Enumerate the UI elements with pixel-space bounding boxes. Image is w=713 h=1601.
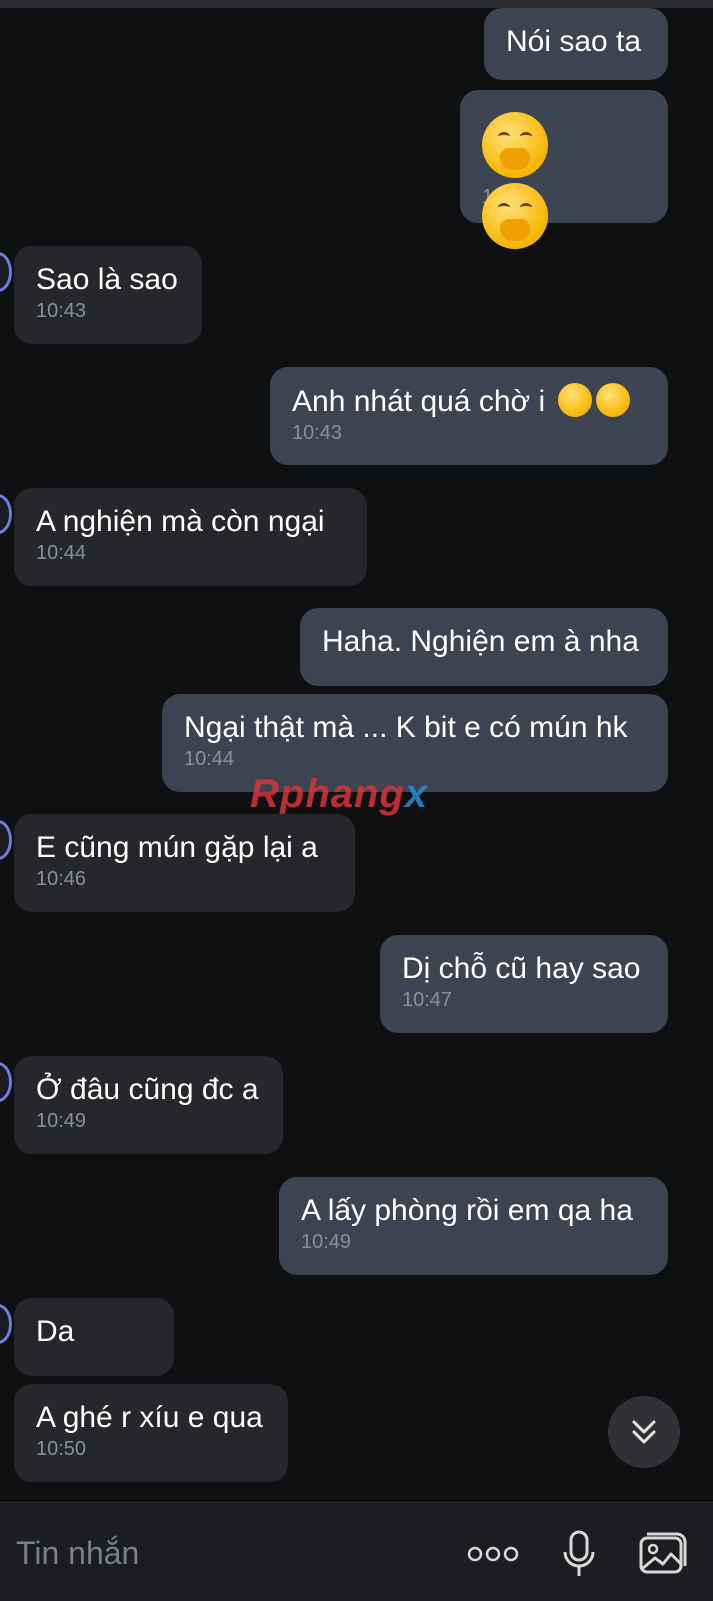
- message-text-content: Anh nhát quá chờ i: [292, 385, 546, 418]
- message-bubble-incoming[interactable]: A ghé r xíu e qua 10:50: [14, 1384, 288, 1482]
- message-time: 10:46: [36, 868, 87, 890]
- watermark-logo: Rphangx: [250, 772, 428, 817]
- message-bubble-incoming[interactable]: Ở đâu cũng đc a 10:49: [14, 1056, 283, 1154]
- message-composer: Tin nhắn: [0, 1502, 713, 1601]
- message-time: 10:44: [184, 748, 235, 770]
- watermark-text-red: Rphang: [250, 772, 405, 816]
- chat-thread[interactable]: Nói sao ta 10:43 Sao là sao 10:43 Anh nh…: [0, 0, 713, 1500]
- message-text: Ngại thật mà ... K bit e có mún hk: [184, 711, 628, 744]
- message-time: 10:49: [301, 1231, 352, 1253]
- message-text: Sao là sao: [36, 263, 178, 296]
- message-text: Nói sao ta: [506, 25, 642, 58]
- voice-record-button[interactable]: [552, 1527, 606, 1581]
- message-bubble-outgoing[interactable]: A lấy phòng rồi em qa ha 10:49: [279, 1177, 668, 1275]
- message-time: 10:44: [36, 542, 87, 564]
- contact-avatar[interactable]: [0, 820, 12, 860]
- scroll-to-bottom-button[interactable]: [608, 1396, 680, 1468]
- message-text: Ở đâu cũng đc a: [36, 1073, 259, 1106]
- image-gallery-icon: [639, 1532, 687, 1574]
- hand-over-mouth-emoji: [595, 383, 630, 417]
- message-time: 10:49: [36, 1110, 87, 1132]
- message-bubble-outgoing[interactable]: Dị chỗ cũ hay sao 10:47: [380, 935, 668, 1033]
- hand-over-mouth-emoji: [557, 383, 592, 417]
- message-bubble-incoming[interactable]: E cũng mún gặp lại a 10:46: [14, 814, 355, 912]
- contact-avatar[interactable]: [0, 1304, 12, 1344]
- message-bubble-outgoing[interactable]: 10:43: [460, 90, 668, 249]
- message-bubble-incoming[interactable]: Sao là sao 10:43: [14, 246, 202, 344]
- message-input[interactable]: Tin nhắn: [16, 1535, 139, 1572]
- more-options-icon: [467, 1546, 519, 1562]
- chevron-double-down-icon: [632, 1420, 656, 1444]
- message-text: Da: [36, 1315, 75, 1348]
- microphone-icon: [563, 1530, 595, 1576]
- message-text: Dị chỗ cũ hay sao: [402, 952, 641, 985]
- hand-over-mouth-emoji: [482, 183, 548, 249]
- hand-over-mouth-emoji: [482, 112, 548, 178]
- watermark-text-blue: x: [404, 772, 429, 816]
- message-bubble-outgoing[interactable]: Haha. Nghiện em à nha: [300, 608, 668, 686]
- message-text: Haha. Nghiện em à nha: [322, 625, 639, 658]
- emoji-row: [482, 112, 646, 249]
- message-text: E cũng mún gặp lại a: [36, 831, 318, 864]
- message-text: A ghé r xíu e qua: [36, 1401, 263, 1434]
- message-time: 10:43: [292, 422, 343, 444]
- message-time: 10:47: [402, 989, 453, 1011]
- message-time: 10:43: [36, 300, 87, 322]
- message-bubble-incoming[interactable]: Da: [14, 1298, 174, 1376]
- contact-avatar[interactable]: [0, 494, 12, 534]
- message-bubble-outgoing[interactable]: Anh nhát quá chờ i 10:43: [270, 367, 668, 465]
- contact-avatar[interactable]: [0, 252, 12, 292]
- message-bubble-outgoing[interactable]: Nói sao ta: [484, 8, 668, 80]
- attach-image-button[interactable]: [636, 1527, 690, 1581]
- message-text: Anh nhát quá chờ i: [292, 383, 646, 420]
- contact-avatar[interactable]: [0, 1062, 12, 1102]
- more-options-button[interactable]: [466, 1527, 520, 1581]
- message-text: A nghiện mà còn ngại: [36, 505, 325, 538]
- message-bubble-incoming[interactable]: A nghiện mà còn ngại 10:44: [14, 488, 367, 586]
- message-text: A lấy phòng rồi em qa ha: [301, 1194, 633, 1227]
- message-time: 10:50: [36, 1438, 87, 1460]
